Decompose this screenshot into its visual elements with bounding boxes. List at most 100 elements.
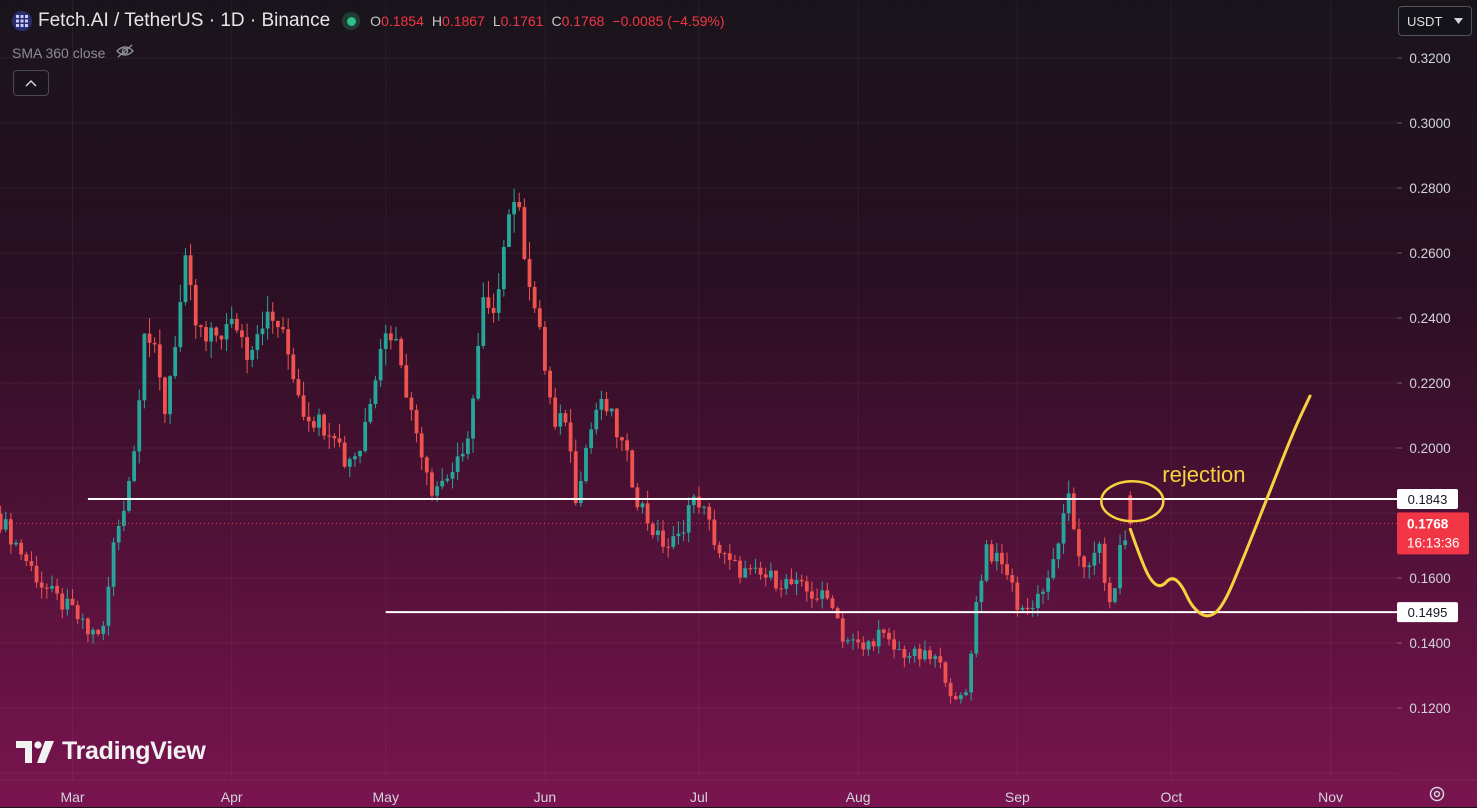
candle-body [342,442,347,467]
chevron-down-icon [1454,18,1463,24]
time-axis[interactable]: Mar Apr May Jun Jul Aug Sep Oct Nov [0,779,1477,805]
drawing-annotations[interactable]: rejection [1100,394,1312,618]
candle-body [75,605,80,620]
candle-body [748,568,753,570]
candle-body [435,486,439,496]
candle-body [445,478,450,481]
candle-body [691,496,696,506]
low-value: 0.1761 [500,13,544,29]
price-chart[interactable]: 0.18430.1495 rejection 0.32000.30000.280… [0,0,1477,807]
month-label: May [373,789,399,805]
fetch-ai-logo-icon [12,11,32,31]
candle-body [24,554,29,562]
tradingview-logo[interactable]: TradingView [16,737,206,766]
candle-body [332,436,337,439]
candle-body [964,692,968,696]
candle-body [157,344,162,378]
price-axis[interactable]: 0.3200 0.3000 0.2800 0.2600 0.2400 0.2200 0.20… [1397,0,1477,780]
currency-value: USDT [1407,13,1443,29]
price-tick-label: 0.3200 [1409,51,1450,66]
candle-body [481,297,486,346]
candle-body [1005,564,1009,576]
candle-body [29,561,34,566]
candle-body [522,207,527,260]
price-tick-label: 0.2000 [1409,441,1450,456]
candle-body [825,590,830,599]
candle-body [1092,552,1097,566]
candle-body [50,585,54,589]
candle-body [861,642,866,650]
candle-body [948,682,953,697]
candle-body [245,337,249,360]
candles [0,188,1133,704]
candle-body [178,302,183,348]
candle-body [419,433,424,458]
candle-body [1041,591,1045,594]
candle-body [866,641,871,650]
month-label: Oct [1160,789,1182,805]
candle-body [553,397,558,427]
candle-body [789,579,794,585]
indicator-label[interactable]: SMA 360 close [12,45,105,61]
candle-body [620,437,624,441]
month-label: Apr [221,789,243,805]
month-label: Mar [60,789,84,805]
candle-body [14,542,18,545]
candle-body [44,587,49,589]
candle-body [240,330,244,338]
month-label: Nov [1318,789,1343,805]
price-tick-label: 0.3000 [1409,116,1450,131]
candle-body [450,471,455,479]
candle-body [388,333,393,341]
candle-body [147,333,152,343]
symbol-title[interactable]: Fetch.AI / TetherUS · 1D · Binance [38,10,330,32]
candle-body [943,662,948,683]
candle-body [712,519,717,545]
candle-body [311,421,316,428]
candle-body [250,349,255,360]
candle-body [55,585,59,594]
candle-body [799,579,804,582]
candle-body [989,544,994,562]
candle-body [193,285,198,326]
candle-body [1030,608,1035,610]
candle-body [60,593,65,610]
symbol-header: Fetch.AI / TetherUS · 1D · Binance O0.18… [12,10,725,32]
candle-body [609,408,614,412]
candle-body [543,327,547,371]
candle-body [717,544,722,554]
candle-body [774,570,778,589]
bar-countdown-label: 16:13:36 [1407,535,1460,550]
candle-body [507,214,511,247]
candle-body [1082,556,1086,568]
rejection-circle [1100,479,1165,523]
candle-body [902,649,907,658]
candle-body [635,487,640,508]
candle-body [19,542,24,555]
collapse-legend-button[interactable] [13,70,49,96]
chart-grid [0,0,1397,780]
candle-body [763,574,768,578]
candle-body [142,333,147,401]
candle-body [830,598,835,609]
currency-select[interactable]: USDT [1398,6,1472,36]
candle-body [994,552,999,562]
candle-body [363,421,368,452]
candle-body [953,696,958,700]
candle-body [743,568,748,578]
candle-body [881,629,886,633]
eye-hidden-icon[interactable] [115,43,135,62]
price-tick-label: 0.1400 [1409,636,1450,651]
candle-body [491,307,496,313]
candle-body [835,608,840,619]
candle-body [758,567,763,575]
market-status-icon[interactable] [342,12,361,30]
chevron-up-icon [25,79,37,87]
candle-body [127,480,131,511]
settings-button[interactable] [1428,785,1446,808]
indicator-legend[interactable]: SMA 360 close [12,43,135,62]
candle-body [661,530,665,547]
candle-body [471,398,475,439]
candle-body [527,259,532,287]
candle-body [820,590,825,599]
